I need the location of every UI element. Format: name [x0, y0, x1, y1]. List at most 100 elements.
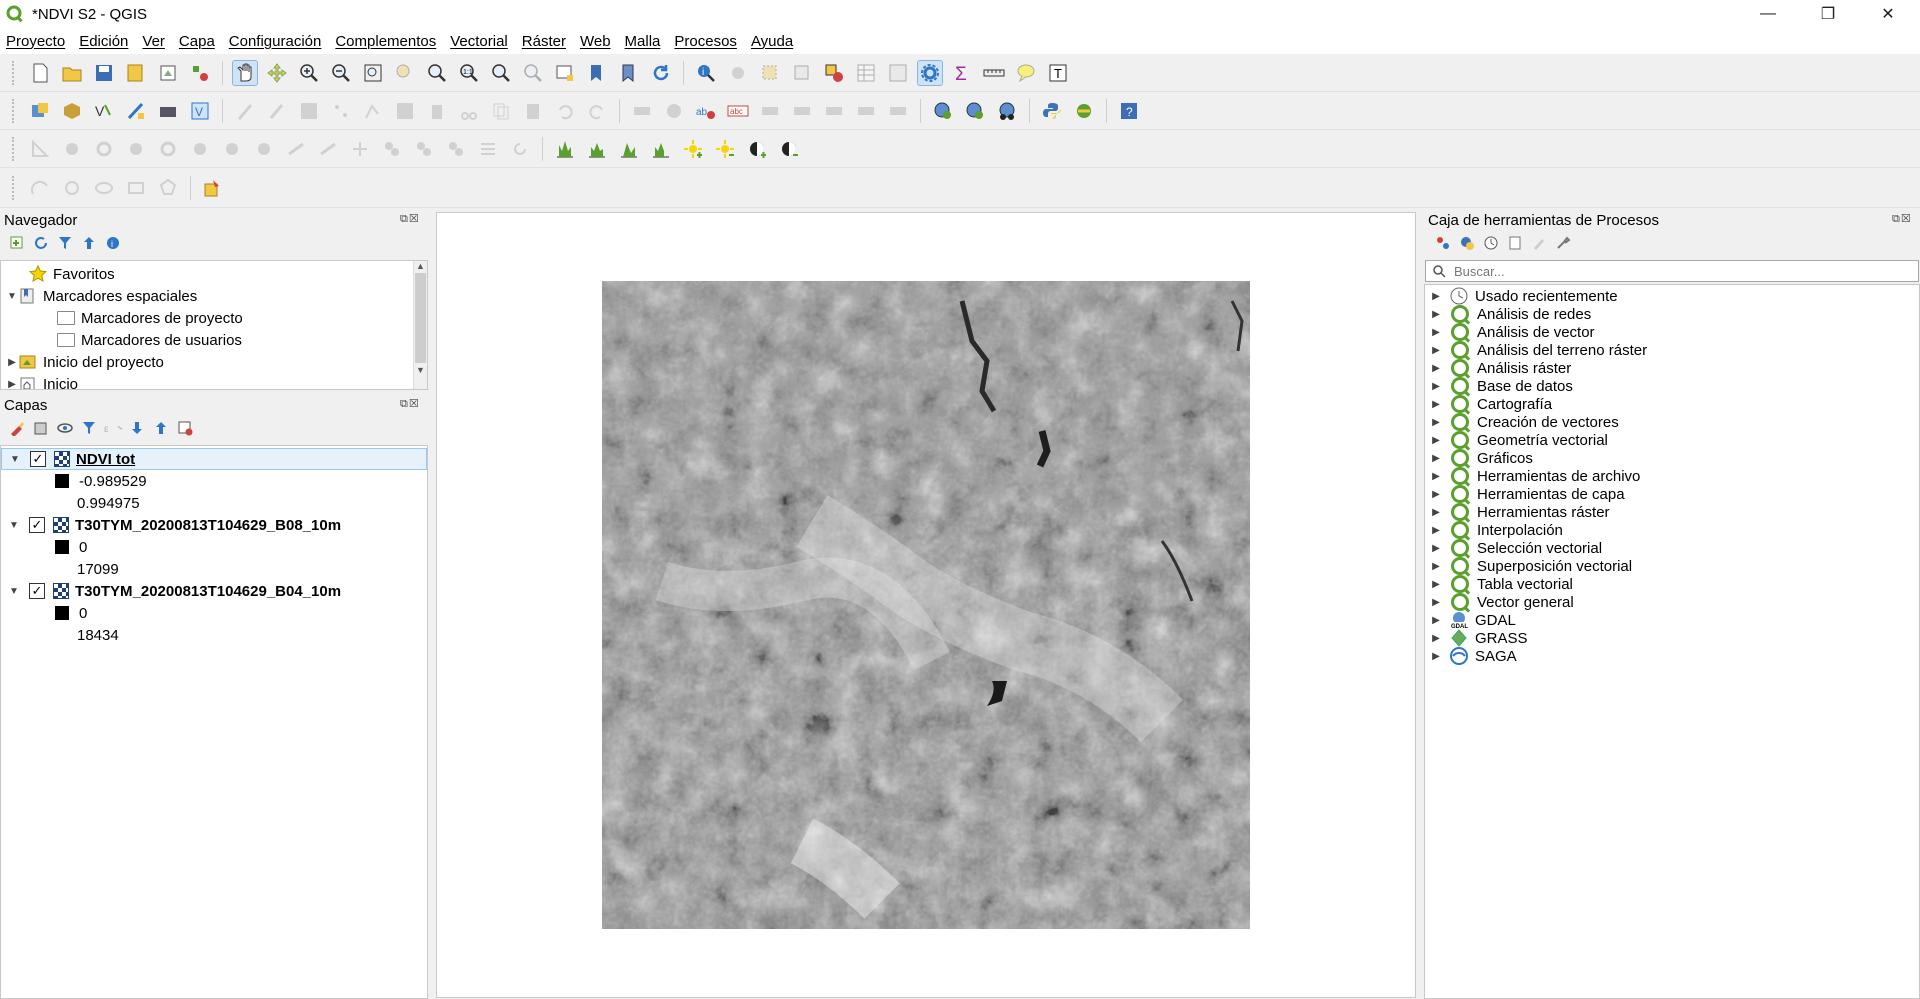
- expand-arrow-icon[interactable]: ▶: [1429, 345, 1443, 356]
- fill-ring-icon[interactable]: [123, 136, 149, 162]
- add-virtual-layer-icon[interactable]: V: [187, 98, 213, 124]
- full-histogram-stretch-icon[interactable]: [616, 136, 642, 162]
- expand-arrow-icon[interactable]: ▶: [1429, 615, 1443, 626]
- add-raster-layer-icon[interactable]: [123, 98, 149, 124]
- menu-ver[interactable]: Ver: [142, 33, 165, 50]
- actions-icon[interactable]: [725, 60, 751, 86]
- navigator-item-favoritos[interactable]: Favoritos: [15, 263, 115, 285]
- menu-raster[interactable]: Ráster: [522, 33, 566, 50]
- layer-name[interactable]: T30TYM_20200813T104629_B04_10m: [75, 583, 341, 600]
- save-as-icon[interactable]: [123, 60, 149, 86]
- expand-arrow-icon[interactable]: ▶: [1429, 309, 1443, 320]
- expand-arrow-icon[interactable]: ▼: [5, 291, 19, 302]
- navigator-item-marcadores-proyecto[interactable]: Marcadores de proyecto: [57, 307, 243, 329]
- layer-visibility-checkbox[interactable]: ✓: [30, 451, 46, 467]
- models-icon[interactable]: [1434, 234, 1452, 252]
- zoom-last-icon[interactable]: [488, 60, 514, 86]
- offset-curve-icon[interactable]: [251, 136, 277, 162]
- add-ring-icon[interactable]: [91, 136, 117, 162]
- zoom-native-icon[interactable]: 1:1: [456, 60, 482, 86]
- statistical-summary-icon[interactable]: Σ: [949, 60, 975, 86]
- show-bookmarks-icon[interactable]: [616, 60, 642, 86]
- add-vector-layer-icon[interactable]: V: [91, 98, 117, 124]
- map-tips-icon[interactable]: [1013, 60, 1039, 86]
- menu-proyecto[interactable]: Proyecto: [6, 33, 65, 50]
- history-icon[interactable]: [1482, 234, 1500, 252]
- map-canvas[interactable]: [436, 212, 1416, 998]
- menu-malla[interactable]: Malla: [625, 33, 661, 50]
- results-viewer-icon[interactable]: [1506, 234, 1524, 252]
- add-regular-polygon-icon[interactable]: [155, 175, 181, 201]
- text-annotation-icon[interactable]: T: [1045, 60, 1071, 86]
- attribute-table-icon[interactable]: [853, 60, 879, 86]
- scrollbar-thumb[interactable]: [415, 273, 426, 363]
- merge-features-icon[interactable]: [411, 136, 437, 162]
- expand-arrow-icon[interactable]: ▶: [1429, 435, 1443, 446]
- diagram-icon[interactable]: [661, 98, 687, 124]
- label-abc-icon[interactable]: ab: [693, 98, 719, 124]
- layer-row-b08[interactable]: ▼ ✓ T30TYM_20200813T104629_B08_10m: [1, 514, 341, 536]
- zoom-to-selection-icon[interactable]: [392, 60, 418, 86]
- layer-name[interactable]: NDVI tot: [76, 451, 135, 468]
- add-selected-layers-icon[interactable]: [8, 234, 26, 252]
- menu-ayuda[interactable]: Ayuda: [751, 33, 793, 50]
- select-by-value-icon[interactable]: [789, 60, 815, 86]
- vertex-tool-icon[interactable]: [360, 98, 386, 124]
- change-label-icon[interactable]: [885, 98, 911, 124]
- wfs-icon[interactable]: [962, 98, 988, 124]
- undo-icon[interactable]: [552, 98, 578, 124]
- python-console-icon[interactable]: [1039, 98, 1065, 124]
- zoom-out-icon[interactable]: [328, 60, 354, 86]
- show-hide-labels-icon[interactable]: [789, 98, 815, 124]
- save-edits-icon[interactable]: [296, 98, 322, 124]
- new-geopackage-icon[interactable]: [59, 98, 85, 124]
- expand-arrow-icon[interactable]: ▶: [1429, 399, 1443, 410]
- measure-icon[interactable]: [981, 60, 1007, 86]
- zoom-full-icon[interactable]: [360, 60, 386, 86]
- edit-in-place-icon[interactable]: [1530, 234, 1548, 252]
- add-circle-icon[interactable]: [59, 175, 85, 201]
- close-button[interactable]: ✕: [1860, 0, 1916, 28]
- processing-panel-buttons[interactable]: ⧉☒: [1892, 212, 1912, 226]
- layer-visibility-checkbox[interactable]: ✓: [29, 517, 45, 533]
- toggle-editing-icon[interactable]: [264, 98, 290, 124]
- expand-arrow-icon[interactable]: ▶: [1429, 633, 1443, 644]
- save-project-icon[interactable]: [91, 60, 117, 86]
- refresh-navigator-icon[interactable]: [32, 234, 50, 252]
- layers-panel-buttons[interactable]: ⧉☒: [400, 397, 420, 411]
- paste-features-icon[interactable]: [520, 98, 546, 124]
- scroll-up-icon[interactable]: ▲: [414, 261, 427, 271]
- expand-arrow-icon[interactable]: ▶: [1429, 471, 1443, 482]
- trim-extend-icon[interactable]: [315, 136, 341, 162]
- rotate-point-icon[interactable]: [507, 136, 533, 162]
- reshape-features-icon[interactable]: [219, 136, 245, 162]
- collapse-all-layers-icon[interactable]: [152, 419, 170, 437]
- expand-arrow-icon[interactable]: ▼: [7, 586, 21, 597]
- menu-capa[interactable]: Capa: [179, 33, 215, 50]
- navigator-item-inicio-proyecto[interactable]: ▶ Inicio del proyecto: [5, 351, 164, 373]
- manage-themes-icon[interactable]: [56, 419, 74, 437]
- zoom-next-icon[interactable]: [520, 60, 546, 86]
- toolbar-grip[interactable]: [12, 98, 18, 123]
- current-edits-icon[interactable]: [232, 98, 258, 124]
- cut-features-icon[interactable]: [456, 98, 482, 124]
- pan-map-icon[interactable]: [232, 59, 258, 86]
- reverse-line-icon[interactable]: [283, 136, 309, 162]
- navigator-item-marcadores-usuarios[interactable]: Marcadores de usuarios: [57, 329, 242, 351]
- new-bookmark-icon[interactable]: [584, 60, 610, 86]
- add-rectangle-icon[interactable]: [123, 175, 149, 201]
- copy-features-icon[interactable]: [488, 98, 514, 124]
- restore-button[interactable]: ❐: [1800, 0, 1856, 28]
- scroll-down-icon[interactable]: ▼: [414, 365, 427, 375]
- label-toolbar-icon[interactable]: [629, 98, 655, 124]
- label-highlight-icon[interactable]: abc: [725, 98, 751, 124]
- data-source-manager-icon[interactable]: [27, 98, 53, 124]
- menu-procesos[interactable]: Procesos: [674, 33, 737, 50]
- raster-histogram-icon[interactable]: [552, 136, 578, 162]
- decrease-brightness-icon[interactable]: [712, 136, 738, 162]
- delete-ring-icon[interactable]: [155, 136, 181, 162]
- merge-attributes-icon[interactable]: [443, 136, 469, 162]
- filter-legend-icon[interactable]: [80, 419, 98, 437]
- digitize-icon[interactable]: [27, 136, 53, 162]
- pan-to-selection-icon[interactable]: [264, 60, 290, 86]
